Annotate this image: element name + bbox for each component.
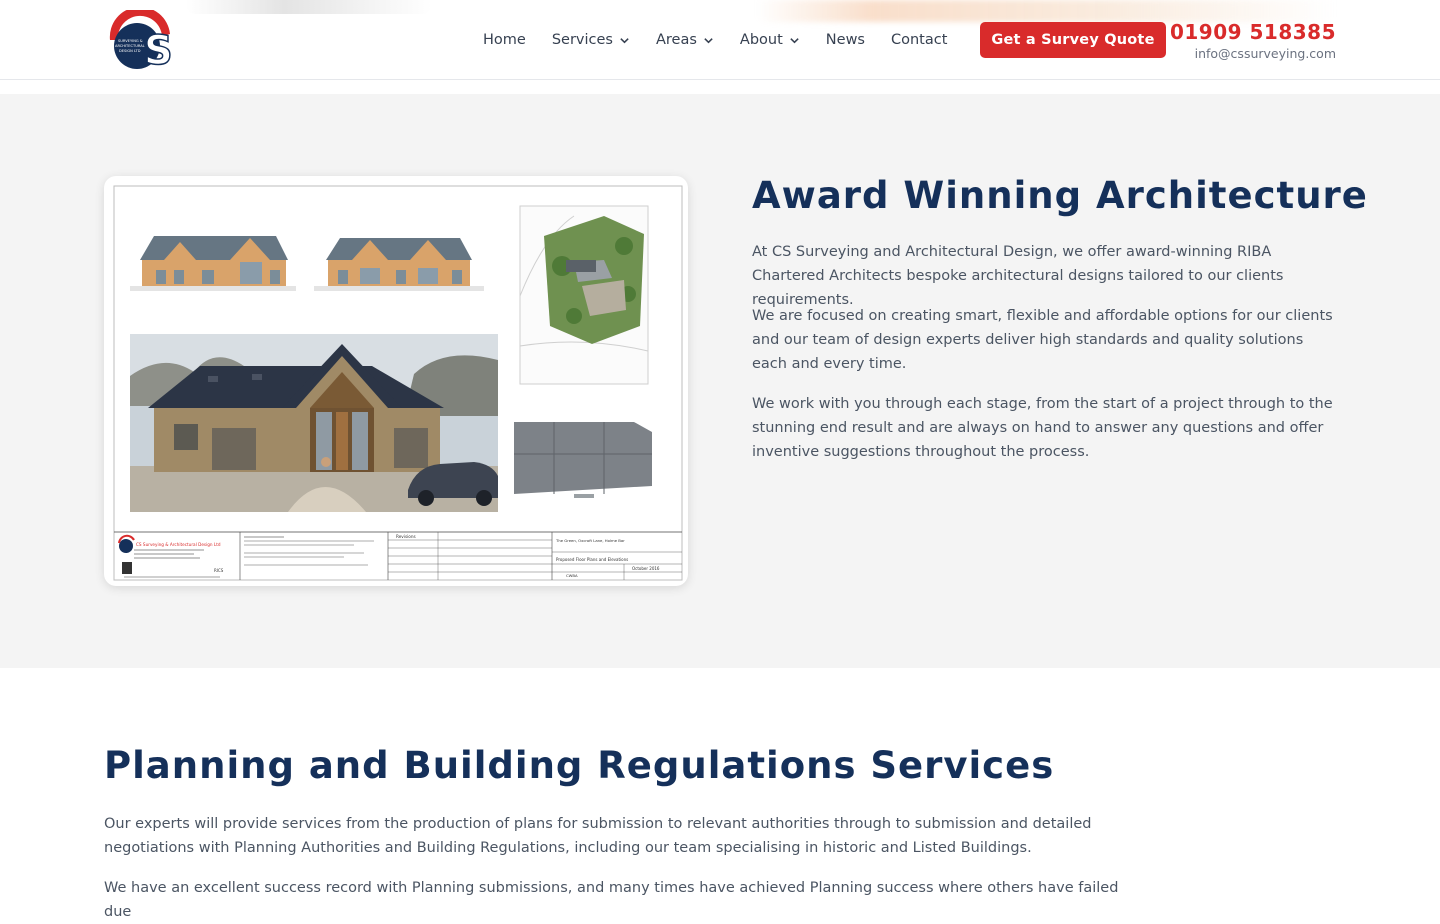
architecture-section: CS Surveying & Architectural Design Ltd … bbox=[0, 94, 1440, 668]
nav-home[interactable]: Home bbox=[470, 26, 539, 54]
nav-areas[interactable]: Areas bbox=[643, 26, 727, 54]
architecture-paragraph-3: We work with you through each stage, fro… bbox=[752, 396, 1333, 460]
roof-plan-sketch bbox=[514, 422, 652, 498]
nav-news[interactable]: News bbox=[813, 26, 878, 54]
architecture-paragraph-1: At CS Surveying and Architectural Design… bbox=[752, 244, 1284, 308]
drawing-rics-badge: RICS bbox=[214, 568, 224, 573]
site-plan-sketch bbox=[519, 205, 649, 385]
drawing-sheet-title: Proposed Floor Plans and Elevations bbox=[556, 557, 628, 562]
chevron-down-icon bbox=[703, 35, 714, 46]
email-link[interactable]: info@cssurveying.com bbox=[1195, 46, 1336, 61]
nav-about-label: About bbox=[739, 32, 783, 48]
svg-text:ARCHITECTURAL: ARCHITECTURAL bbox=[115, 44, 145, 48]
front-elevation-sketch bbox=[130, 236, 296, 291]
phone-number-link[interactable]: 01909 518385 bbox=[1170, 20, 1336, 44]
nav-services[interactable]: Services bbox=[539, 26, 643, 54]
planning-heading: Planning and Building Regulations Servic… bbox=[104, 744, 1055, 787]
nav-areas-label: Areas bbox=[655, 32, 697, 48]
chevron-down-icon bbox=[619, 35, 630, 46]
faded-banner-remnant bbox=[756, 0, 1336, 22]
nav-about[interactable]: About bbox=[727, 26, 813, 54]
architectural-drawing-image: CS Surveying & Architectural Design Ltd … bbox=[104, 176, 688, 586]
nav-contact[interactable]: Contact bbox=[878, 26, 960, 54]
site-header: S S SURVEYING & ARCHITECTURAL DESIGN LTD… bbox=[0, 0, 1440, 80]
faded-banner-remnant bbox=[186, 0, 432, 14]
cs-logo-icon: S S SURVEYING & ARCHITECTURAL DESIGN LTD bbox=[109, 6, 174, 75]
drawing-revisions-label: Revisions bbox=[396, 534, 416, 539]
drawing-company-name: CS Surveying & Architectural Design Ltd bbox=[136, 542, 221, 547]
drawing-drawn-by: CWBA bbox=[566, 573, 578, 578]
nav-news-label: News bbox=[825, 32, 865, 48]
architecture-paragraph-2: We are focused on creating smart, flexib… bbox=[752, 308, 1333, 372]
architecture-heading: Award Winning Architecture bbox=[752, 174, 1368, 217]
svg-text:DESIGN LTD: DESIGN LTD bbox=[119, 49, 141, 53]
nav-home-label: Home bbox=[483, 32, 526, 48]
chevron-down-icon bbox=[789, 35, 800, 46]
drawing-project-name: The Green, Oxcroft Lane, Holme Bar bbox=[555, 538, 625, 543]
svg-text:SURVEYING &: SURVEYING & bbox=[118, 39, 143, 43]
company-logo[interactable]: S S SURVEYING & ARCHITECTURAL DESIGN LTD bbox=[104, 6, 174, 75]
drawing-date: October 2016 bbox=[632, 566, 660, 571]
rear-elevation-sketch bbox=[314, 238, 484, 291]
drawing-sheet-illustration: CS Surveying & Architectural Design Ltd … bbox=[113, 185, 683, 581]
planning-paragraph-2: We have an excellent success record with… bbox=[104, 880, 1119, 920]
nav-contact-label: Contact bbox=[890, 32, 948, 48]
nav-services-label: Services bbox=[551, 32, 613, 48]
planning-paragraph-1: Our experts will provide services from t… bbox=[104, 816, 1092, 856]
house-photograph bbox=[130, 334, 498, 512]
get-survey-quote-button[interactable]: Get a Survey Quote bbox=[980, 22, 1166, 58]
main-navigation: Home Services Areas About News Contact bbox=[470, 24, 960, 56]
